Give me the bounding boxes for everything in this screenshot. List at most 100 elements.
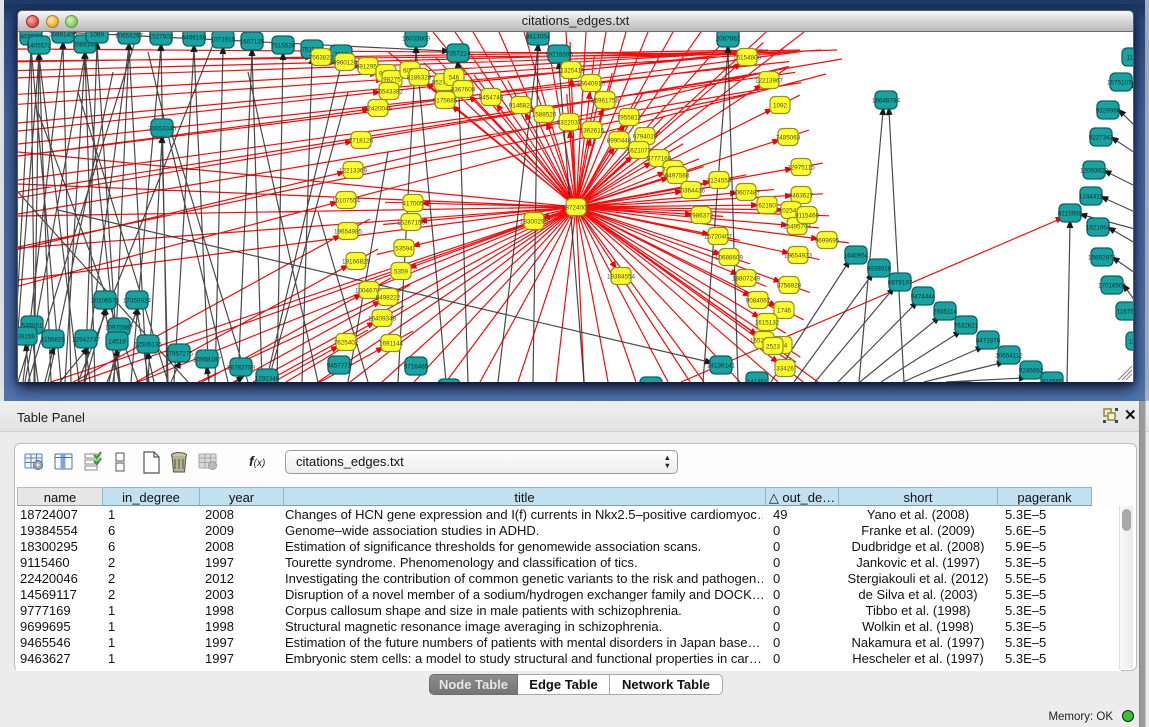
svg-text:14136141: 14136141 (707, 363, 736, 370)
svg-text:16640910: 16640910 (577, 81, 606, 88)
svg-text:3124554: 3124554 (707, 178, 732, 185)
svg-text:5359: 5359 (394, 269, 409, 276)
svg-text:116753: 116753 (1117, 309, 1133, 316)
svg-text:8498222: 8498222 (376, 295, 401, 302)
svg-text:19218596: 19218596 (545, 52, 574, 59)
svg-text:8322037: 8322037 (557, 120, 582, 127)
svg-text:9115460: 9115460 (795, 213, 820, 220)
svg-text:9463627: 9463627 (789, 193, 814, 200)
svg-text:6466160: 6466160 (182, 35, 207, 42)
svg-text:1621064: 1621064 (1086, 225, 1111, 232)
svg-text:20891406: 20891406 (49, 32, 78, 39)
svg-text:1156829: 1156829 (41, 337, 66, 344)
svg-text:2935114: 2935114 (933, 309, 958, 316)
svg-text:9329966: 9329966 (1096, 108, 1121, 115)
svg-text:16033809: 16033809 (402, 36, 431, 43)
svg-text:10654112: 10654112 (995, 353, 1023, 360)
svg-text:8471876: 8471876 (976, 338, 1001, 345)
svg-text:1621072: 1621072 (627, 148, 652, 155)
svg-text:1588520: 1588520 (532, 112, 557, 119)
svg-text:1691144: 1691144 (379, 341, 404, 348)
svg-text:7625402: 7625402 (334, 340, 359, 347)
svg-text:17016504: 17016504 (1098, 283, 1127, 290)
svg-text:8813054: 8813054 (526, 34, 551, 41)
svg-text:19654985: 19654985 (334, 229, 363, 236)
svg-text:12505135: 12505135 (134, 342, 163, 349)
svg-text:19654923: 19654923 (784, 253, 813, 260)
svg-text:9245652: 9245652 (1019, 368, 1044, 375)
svg-text:2367608: 2367608 (451, 87, 476, 94)
svg-text:1292346: 1292346 (255, 376, 280, 383)
svg-text:15267150: 15267150 (397, 220, 426, 227)
svg-text:15720407: 15720407 (704, 234, 733, 241)
svg-text:7563822: 7563822 (309, 55, 334, 62)
svg-text:7485063: 7485063 (776, 135, 801, 142)
svg-text:417005: 417005 (402, 201, 424, 208)
svg-text:1640954: 1640954 (844, 253, 869, 260)
svg-text:12942737: 12942737 (72, 337, 101, 344)
svg-text:1112: 1112 (1126, 55, 1133, 62)
svg-text:39159: 39159 (18, 334, 35, 341)
svg-text:8938928: 8938928 (867, 266, 892, 273)
svg-text:2087682: 2087682 (716, 36, 741, 43)
svg-text:7515526: 7515526 (271, 43, 296, 50)
svg-text:15495794: 15495794 (783, 224, 812, 231)
svg-text:7955812: 7955812 (617, 115, 642, 122)
svg-text:8186328: 8186328 (407, 75, 432, 82)
svg-text:33426: 33426 (776, 366, 794, 373)
svg-text:11325419: 11325419 (557, 68, 585, 75)
svg-text:1362615: 1362615 (580, 128, 605, 135)
svg-text:1746: 1746 (777, 308, 792, 315)
svg-text:12213967: 12213967 (755, 78, 784, 85)
svg-text:1405572: 1405572 (27, 43, 52, 50)
svg-text:53594: 53594 (395, 246, 413, 253)
svg-text:18300295: 18300295 (520, 219, 549, 226)
svg-text:19166825: 19166825 (342, 259, 371, 266)
svg-text:8215955: 8215955 (1058, 211, 1083, 218)
svg-text:20364436: 20364436 (677, 188, 706, 195)
svg-text:14519: 14519 (108, 339, 126, 346)
svg-text:7986372: 7986372 (689, 213, 714, 220)
svg-text:15692971: 15692971 (1088, 255, 1117, 262)
svg-text:6794028: 6794028 (633, 134, 658, 141)
svg-text:9084067: 9084067 (746, 298, 771, 305)
svg-text:15751074: 15751074 (1107, 80, 1133, 87)
svg-text:18724007: 18724007 (562, 205, 591, 212)
svg-text:8990448: 8990448 (607, 138, 632, 145)
svg-text:1089: 1089 (90, 32, 105, 39)
svg-text:7357224: 7357224 (446, 51, 471, 58)
svg-text:1092: 1092 (773, 103, 788, 110)
svg-text:1244415: 1244415 (1079, 194, 1104, 201)
svg-text:1071915: 1071915 (211, 37, 236, 44)
svg-text:10653267: 10653267 (115, 33, 144, 40)
svg-text:10975887: 10975887 (105, 325, 134, 332)
svg-text:12975115: 12975115 (787, 165, 815, 172)
svg-text:9227342: 9227342 (1089, 135, 1114, 142)
svg-text:12093822: 12093822 (1080, 168, 1109, 175)
svg-text:10607487: 10607487 (732, 190, 761, 197)
svg-text:1527602: 1527602 (149, 34, 174, 41)
svg-text:8756928: 8756928 (777, 283, 802, 290)
svg-text:16154808: 16154808 (733, 55, 762, 62)
svg-text:16782759: 16782759 (227, 365, 256, 372)
svg-text:2523: 2523 (766, 344, 781, 351)
svg-text:9699695: 9699695 (815, 238, 840, 245)
svg-text:3960124: 3960124 (333, 60, 358, 67)
svg-text:5716485: 5716485 (404, 364, 429, 371)
svg-text:22420046: 22420046 (364, 106, 393, 113)
svg-text:19384554: 19384554 (607, 274, 636, 281)
svg-text:9474444: 9474444 (911, 294, 936, 301)
svg-text:141361: 141361 (746, 379, 768, 383)
svg-text:2718126: 2718126 (349, 138, 374, 145)
svg-text:16107554: 16107554 (332, 198, 361, 205)
svg-text:16543382: 16543382 (375, 89, 404, 96)
svg-text:1615132: 1615132 (755, 320, 780, 327)
svg-text:11675: 11675 (1128, 339, 1133, 346)
svg-text:924565: 924565 (1041, 379, 1063, 383)
svg-text:18807249: 18807249 (732, 276, 761, 283)
svg-text:6497568: 6497568 (665, 173, 690, 180)
svg-text:1667135: 1667135 (240, 39, 265, 46)
svg-text:16648784: 16648784 (872, 98, 901, 105)
svg-text:7632621: 7632621 (954, 323, 979, 330)
svg-text:8454749: 8454749 (479, 95, 504, 102)
